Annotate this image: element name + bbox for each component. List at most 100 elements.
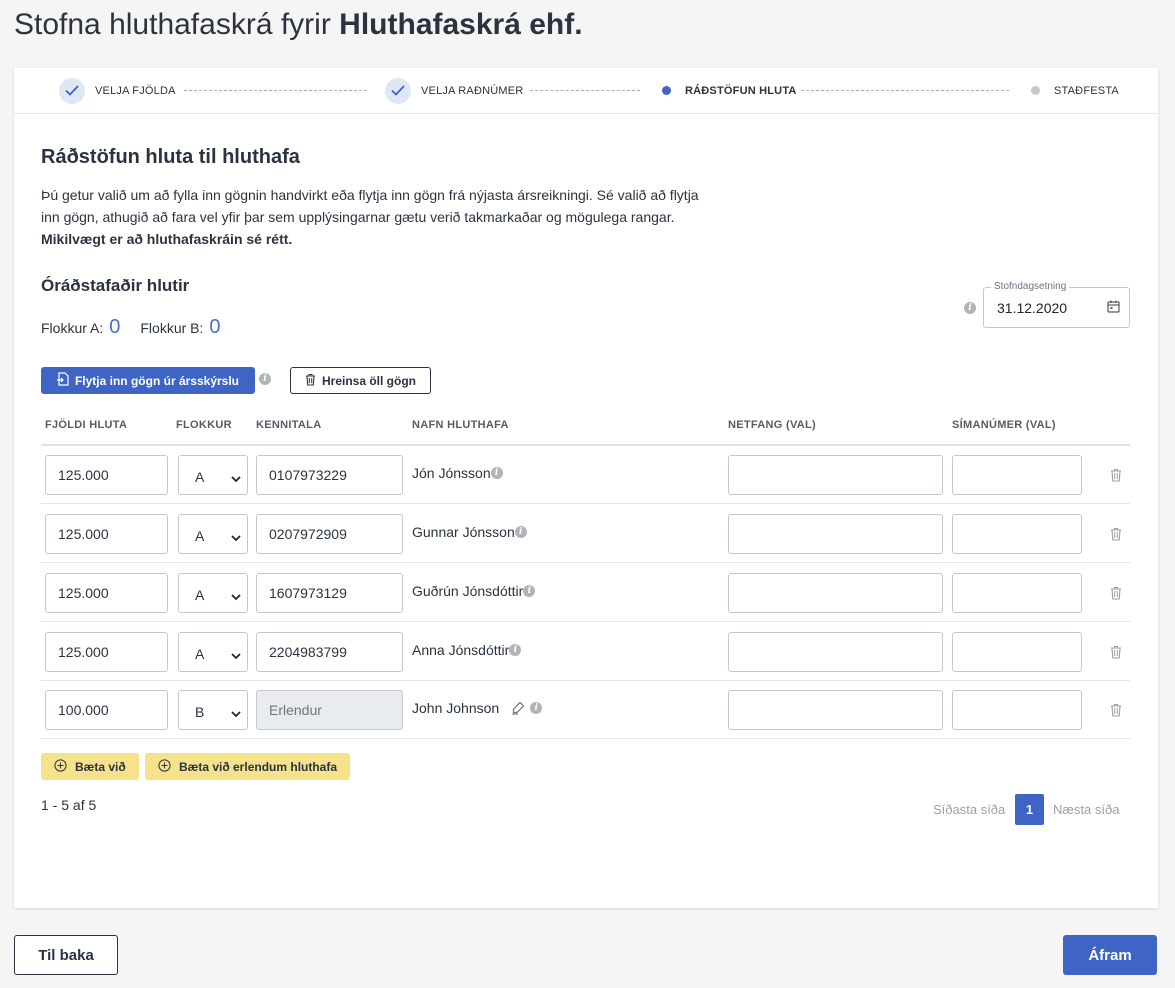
- step-separator: [184, 90, 367, 91]
- email-input[interactable]: [728, 514, 943, 554]
- chevron-down-icon: [231, 705, 241, 721]
- page-number-button[interactable]: 1: [1015, 794, 1044, 825]
- file-import-icon: [56, 372, 69, 389]
- class-b-value: 0: [209, 316, 221, 338]
- email-input[interactable]: [728, 455, 943, 495]
- info-icon[interactable]: i: [490, 467, 503, 479]
- kennitala-input[interactable]: 0107973229: [256, 455, 403, 495]
- email-input[interactable]: [728, 573, 943, 613]
- step-velja-fjolda[interactable]: VELJA FJÖLDA: [59, 68, 176, 113]
- delete-row-icon[interactable]: [1110, 645, 1122, 664]
- shares-input[interactable]: 125.000: [45, 514, 168, 554]
- step-label: VELJA RAÐNÚMER: [421, 84, 524, 97]
- class-value: A: [195, 469, 205, 485]
- plus-circle-icon: [158, 758, 171, 775]
- intro-text: Þú getur valið um að fylla inn gögnin ha…: [41, 184, 701, 250]
- table-row: 100.000 B Erlendur John Johnson i: [41, 680, 1130, 739]
- page-title: Stofna hluthafaskrá fyrir Hluthafaskrá e…: [14, 8, 583, 42]
- step-label: RÁÐSTÖFUN HLUTA: [685, 84, 797, 97]
- kennitala-input[interactable]: 2204983799: [256, 632, 403, 672]
- continue-button[interactable]: Áfram: [1063, 935, 1157, 975]
- col-header-class: FLOKKUR: [176, 419, 232, 431]
- unallocated-title: Óráðstafaðir hlutir: [41, 276, 190, 295]
- class-select[interactable]: A: [178, 514, 248, 554]
- phone-input[interactable]: [952, 690, 1082, 730]
- delete-row-icon[interactable]: [1110, 527, 1122, 546]
- chevron-down-icon: [231, 588, 241, 604]
- class-select[interactable]: A: [178, 632, 248, 672]
- calendar-icon[interactable]: [1107, 300, 1120, 318]
- delete-row-icon[interactable]: [1110, 703, 1122, 722]
- name-text: Jón Jónsson: [412, 465, 491, 481]
- intro-emphasis: Mikilvægt er að hluthafaskráin sé rétt.: [41, 231, 293, 247]
- kennitala-input[interactable]: 0207972909: [256, 514, 403, 554]
- plus-circle-icon: [54, 758, 67, 775]
- col-header-shares: FJÖLDI HLUTA: [45, 419, 128, 431]
- shares-input[interactable]: 125.000: [45, 573, 168, 613]
- shares-input[interactable]: 125.000: [45, 455, 168, 495]
- chevron-down-icon: [231, 647, 241, 663]
- add-foreign-shareholder-button[interactable]: Bæta við erlendum hluthafa: [145, 753, 351, 780]
- class-value: A: [195, 587, 205, 603]
- class-value: B: [195, 704, 205, 720]
- founding-date-field[interactable]: Stofndagsetning 31.12.2020: [983, 281, 1130, 328]
- info-icon[interactable]: i: [964, 302, 976, 314]
- step-separator: [530, 90, 640, 91]
- email-input[interactable]: [728, 632, 943, 672]
- phone-input[interactable]: [952, 455, 1082, 495]
- company-name: Hluthafaskrá ehf.: [339, 8, 583, 41]
- shareholder-name: Jón Jónsson i: [412, 465, 503, 481]
- phone-input[interactable]: [952, 514, 1082, 554]
- add-shareholder-button[interactable]: Bæta við: [41, 753, 139, 780]
- info-icon[interactable]: i: [523, 585, 536, 597]
- name-text: Anna Jónsdóttir: [412, 642, 510, 658]
- phone-input[interactable]: [952, 632, 1082, 672]
- trash-icon: [305, 373, 316, 389]
- class-b-label: Flokkur B:: [140, 320, 204, 336]
- col-header-phone: SÍMANÚMER (VAL): [952, 419, 1056, 431]
- delete-row-icon[interactable]: [1110, 468, 1122, 487]
- class-a-value: 0: [109, 316, 121, 338]
- table-row: 125.000 A 2204983799 Anna Jónsdóttir i: [41, 622, 1130, 681]
- back-button[interactable]: Til baka: [14, 935, 118, 975]
- col-header-kennitala: KENNITALA: [256, 419, 322, 431]
- step-stadfesta[interactable]: STAÐFESTA: [1031, 68, 1119, 113]
- table-row: 125.000 A 1607973129 Guðrún Jónsdóttir i: [41, 563, 1130, 622]
- info-icon[interactable]: i: [509, 644, 522, 656]
- page-title-prefix: Stofna hluthafaskrá fyrir: [14, 8, 331, 41]
- founding-date-label: Stofndagsetning: [991, 281, 1070, 292]
- info-icon[interactable]: i: [530, 702, 543, 714]
- table-row: 125.000 A 0107973229 Jón Jónsson i: [41, 445, 1130, 504]
- email-input[interactable]: [728, 690, 943, 730]
- step-label: STAÐFESTA: [1054, 84, 1119, 97]
- phone-input[interactable]: [952, 573, 1082, 613]
- section-title: Ráðstöfun hluta til hluthafa: [41, 146, 300, 168]
- shares-input[interactable]: 125.000: [45, 632, 168, 672]
- step-velja-radnumer[interactable]: VELJA RAÐNÚMER: [385, 68, 523, 113]
- check-icon: [385, 77, 411, 104]
- previous-page-link[interactable]: Síðasta síða: [933, 802, 1005, 817]
- kennitala-input[interactable]: 1607973129: [256, 573, 403, 613]
- stepper: VELJA FJÖLDA VELJA RAÐNÚMER RÁÐSTÖFUN HL…: [14, 68, 1158, 114]
- name-text: John Johnson: [412, 700, 500, 716]
- class-select[interactable]: B: [178, 690, 248, 730]
- col-header-name: NAFN HLUTHAFA: [412, 419, 509, 431]
- info-icon[interactable]: i: [259, 373, 271, 385]
- delete-row-icon[interactable]: [1110, 586, 1122, 605]
- step-radstofun-hluta[interactable]: RÁÐSTÖFUN HLUTA: [662, 68, 797, 113]
- import-label: Flytja inn gögn úr ársskýrslu: [74, 373, 240, 388]
- pending-dot-icon: [1031, 86, 1040, 95]
- clear-all-button[interactable]: Hreinsa öll gögn: [290, 367, 431, 394]
- import-annual-report-button[interactable]: Flytja inn gögn úr ársskýrslu: [41, 367, 255, 394]
- class-value: A: [195, 528, 205, 544]
- shares-input[interactable]: 100.000: [45, 690, 168, 730]
- next-page-link[interactable]: Næsta síða: [1053, 802, 1119, 817]
- edit-icon[interactable]: [511, 701, 525, 715]
- info-icon[interactable]: i: [514, 526, 527, 538]
- step-separator: [801, 90, 1009, 91]
- name-text: Guðrún Jónsdóttir: [412, 583, 524, 599]
- clear-label: Hreinsa öll gögn: [321, 373, 416, 388]
- shareholder-name: Gunnar Jónsson i: [412, 524, 527, 540]
- class-select[interactable]: A: [178, 573, 248, 613]
- class-select[interactable]: A: [178, 455, 248, 495]
